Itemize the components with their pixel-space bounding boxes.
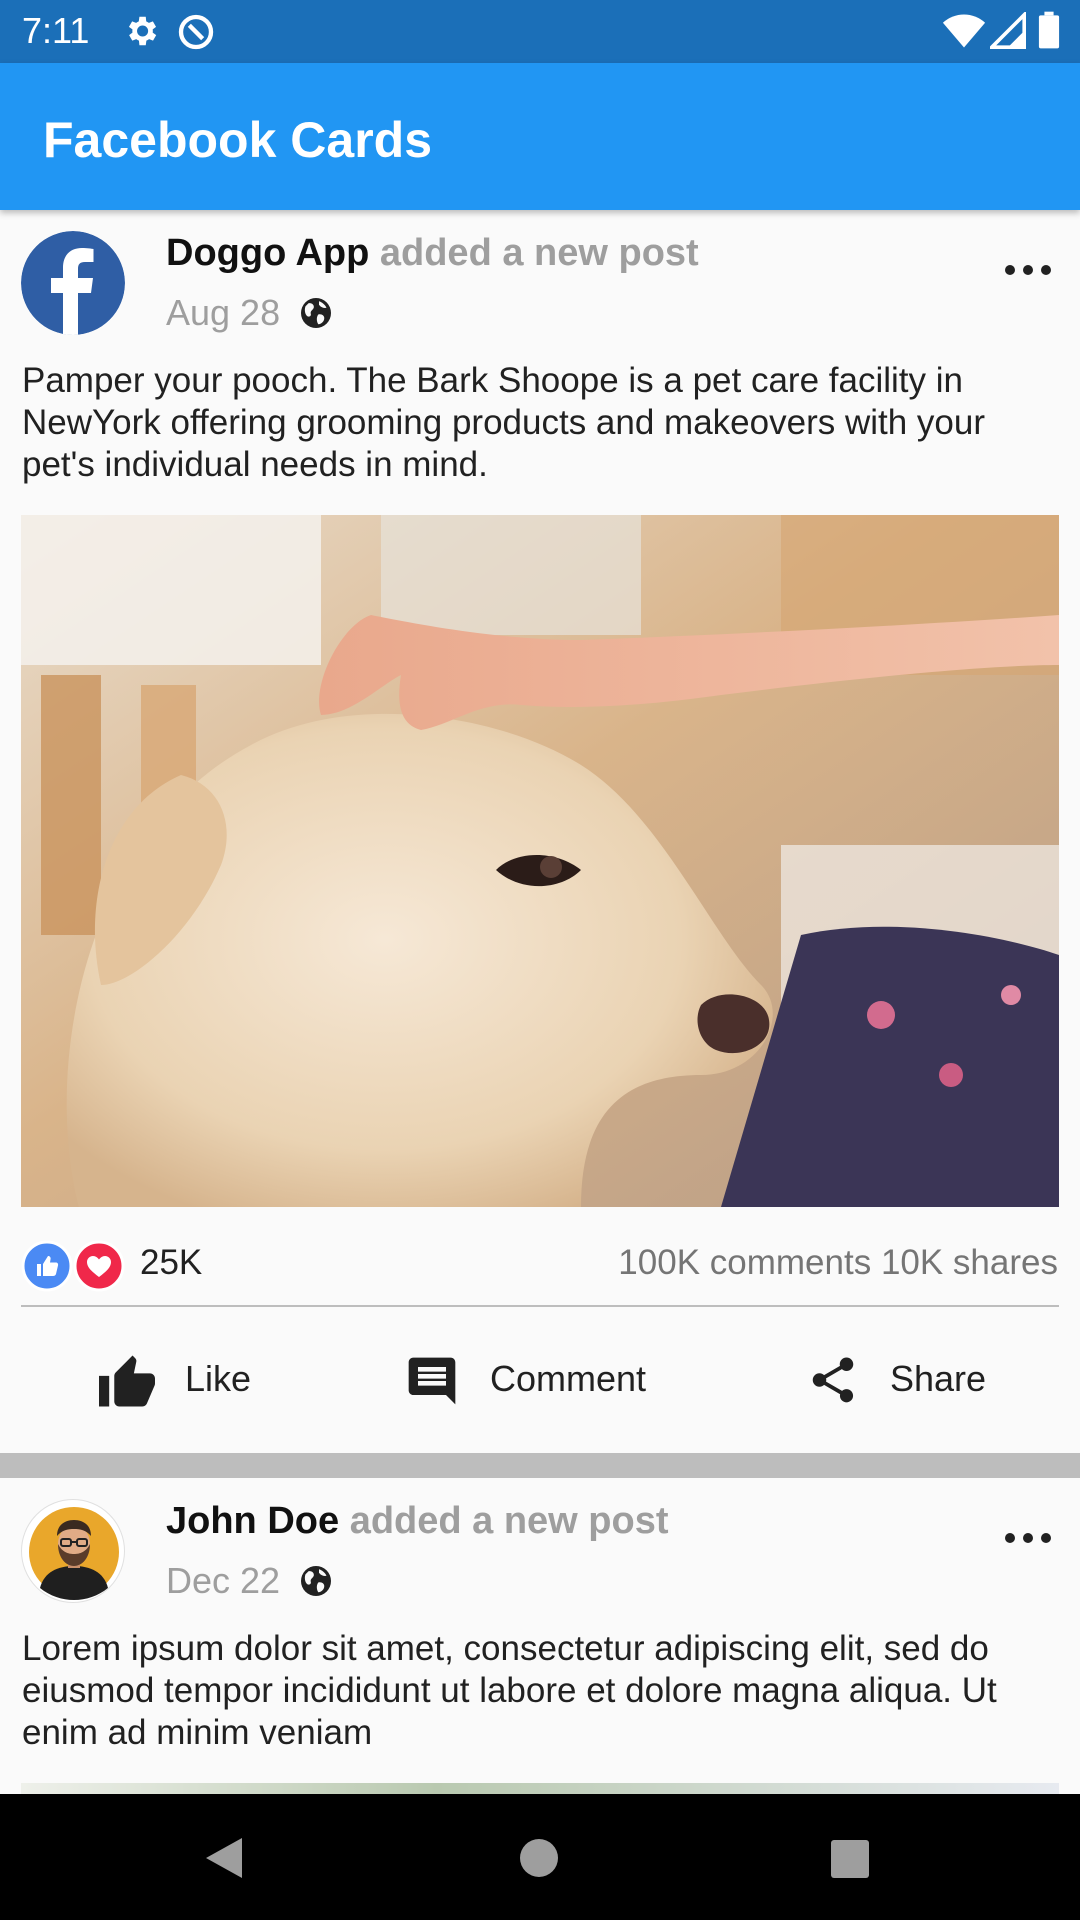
status-time: 7:11: [22, 10, 90, 51]
app-title: Facebook Cards: [43, 112, 433, 168]
post-card: John Doe added a new post Dec 22 Lorem i…: [0, 1478, 1080, 1794]
comment-share-stats: 100K comments 10K shares: [618, 1243, 1058, 1283]
author-name[interactable]: Doggo App: [166, 232, 369, 274]
like-button[interactable]: Like: [96, 1345, 316, 1415]
wifi-icon: [942, 14, 986, 48]
more-options-icon[interactable]: [1004, 260, 1052, 280]
post-headline: Doggo App added a new post: [166, 232, 699, 275]
comment-icon: [408, 1357, 456, 1405]
share-button[interactable]: Share: [806, 1345, 1006, 1415]
author-avatar[interactable]: [21, 1499, 125, 1603]
post-action-text: added a new post: [379, 232, 699, 274]
share-label: Share: [890, 1358, 987, 1399]
globe-icon: [301, 1566, 331, 1596]
status-bar: 7:11: [0, 0, 1080, 63]
cell-signal-icon: [990, 12, 1026, 49]
post-text: Pamper your pooch. The Bark Shoope is a …: [22, 361, 985, 484]
share-count[interactable]: 10K shares: [881, 1243, 1058, 1282]
like-reaction-icon: [21, 1240, 73, 1292]
battery-icon: [1038, 11, 1060, 49]
back-icon[interactable]: [204, 1836, 244, 1880]
love-reaction-icon: [73, 1240, 125, 1292]
post-date: Aug 28: [166, 292, 281, 333]
card-separator: [0, 1453, 1080, 1478]
post-action-text: added a new post: [349, 1500, 669, 1542]
post-image[interactable]: [21, 1783, 1059, 1794]
system-navigation-bar: [0, 1794, 1080, 1920]
like-label: Like: [185, 1358, 252, 1399]
more-options-icon[interactable]: [1004, 1528, 1052, 1548]
comment-count[interactable]: 100K comments: [618, 1243, 871, 1282]
post-headline: John Doe added a new post: [166, 1500, 669, 1543]
home-icon[interactable]: [519, 1838, 559, 1878]
thumbs-up-icon: [99, 1355, 155, 1407]
post-date: Dec 22: [166, 1560, 281, 1601]
comment-button[interactable]: Comment: [404, 1345, 664, 1415]
share-icon: [812, 1357, 854, 1403]
like-count[interactable]: 25K: [140, 1243, 202, 1283]
author-avatar[interactable]: [21, 231, 125, 335]
divider: [21, 1305, 1059, 1307]
reaction-stats: 25K 100K comments 10K shares: [0, 1235, 1080, 1295]
post-card: Doggo App added a new post Aug 28 Pamper…: [0, 210, 1080, 1453]
post-text: Lorem ipsum dolor sit amet, consectetur …: [22, 1629, 997, 1752]
app-bar: Facebook Cards: [0, 63, 1080, 210]
post-image[interactable]: [21, 515, 1059, 1207]
recent-apps-icon[interactable]: [831, 1840, 869, 1878]
post-feed[interactable]: Doggo App added a new post Aug 28 Pamper…: [0, 210, 1080, 1794]
person-avatar-icon: [29, 1507, 119, 1600]
author-name[interactable]: John Doe: [166, 1500, 339, 1542]
comment-label: Comment: [490, 1358, 647, 1399]
settings-gear-icon: [128, 16, 157, 46]
data-saver-icon: [178, 14, 214, 50]
facebook-logo-icon: [21, 231, 125, 335]
globe-icon: [301, 298, 331, 328]
